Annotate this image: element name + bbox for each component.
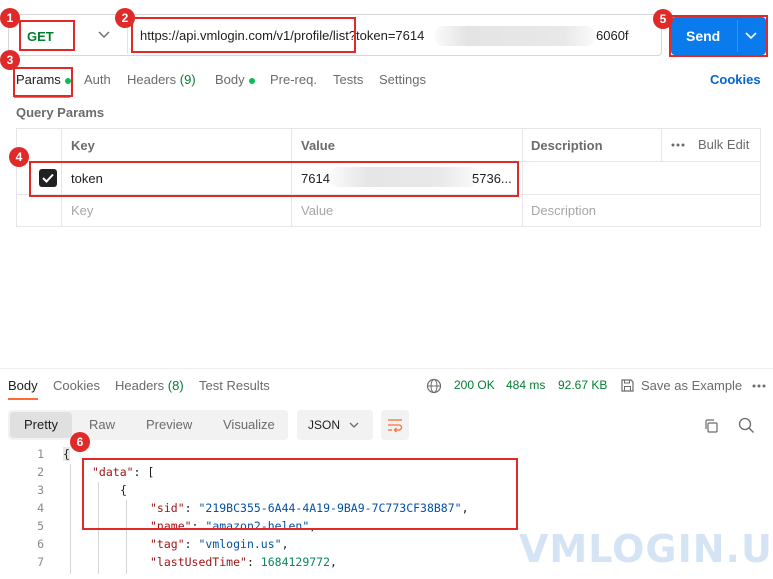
search-icon[interactable] [738,417,755,434]
tab-tests[interactable]: Tests [333,72,363,87]
redacted-token-blur [435,26,595,46]
table-divider [661,128,662,161]
bulk-edit-button[interactable]: Bulk Edit [698,137,749,152]
response-time[interactable]: 484 ms [506,378,545,392]
pane-divider [0,368,773,369]
more-options-icon[interactable] [671,141,685,149]
annotation-badge-5: 5 [653,9,673,29]
more-options-icon[interactable] [751,382,767,390]
tab-headers[interactable]: Headers (9) [127,72,196,87]
annotation-badge-3: 3 [0,50,20,70]
table-divider [522,128,523,227]
format-preview[interactable]: Preview [146,417,192,432]
new-key-input[interactable]: Key [71,203,93,218]
chevron-down-icon [98,31,110,38]
copy-icon[interactable] [703,418,719,434]
query-params-title: Query Params [16,105,105,120]
annotation-box-method [19,20,75,51]
column-header-description: Description [531,138,603,153]
watermark: VMLOGIN.US [519,527,773,571]
annotation-badge-2: 2 [115,8,135,28]
annotation-box-send [669,15,768,57]
status-code[interactable]: 200 OK [454,378,495,392]
wrap-lines-button[interactable] [381,410,409,440]
annotation-box-url [131,17,356,53]
new-value-input[interactable]: Value [301,203,333,218]
tab-pre-request[interactable]: Pre-req. [270,72,317,87]
annotation-box-param-row [29,161,519,197]
annotation-badge-4: 4 [9,147,29,167]
chevron-down-icon [349,422,359,428]
tab-settings[interactable]: Settings [379,72,426,87]
save-icon [621,379,634,392]
globe-icon[interactable] [426,378,442,394]
format-visualize[interactable]: Visualize [223,417,275,432]
url-input-tail[interactable]: 6060f [596,28,629,43]
annotation-box-response [82,458,518,530]
cookies-link[interactable]: Cookies [710,72,761,87]
column-header-value: Value [301,138,335,153]
new-description-input[interactable]: Description [531,203,596,218]
save-as-example-button[interactable]: Save as Example [641,378,742,393]
response-tab-cookies[interactable]: Cookies [53,378,100,393]
annotation-badge-6: 6 [70,432,90,452]
tab-auth[interactable]: Auth [84,72,111,87]
annotation-badge-1: 1 [0,8,20,28]
active-tab-indicator [8,398,38,400]
response-tab-headers[interactable]: Headers (8) [115,378,184,393]
language-label: JSON [308,418,341,432]
annotation-box-params [13,67,73,97]
response-size[interactable]: 92.67 KB [558,378,607,392]
wrap-lines-icon [388,419,403,433]
format-pretty[interactable]: Pretty [24,417,58,432]
response-tab-body[interactable]: Body [8,378,38,393]
status-dot [248,77,255,84]
column-header-key: Key [71,138,95,153]
tab-body[interactable]: Body [215,72,255,87]
response-tab-test-results[interactable]: Test Results [199,378,270,393]
format-raw[interactable]: Raw [89,417,115,432]
